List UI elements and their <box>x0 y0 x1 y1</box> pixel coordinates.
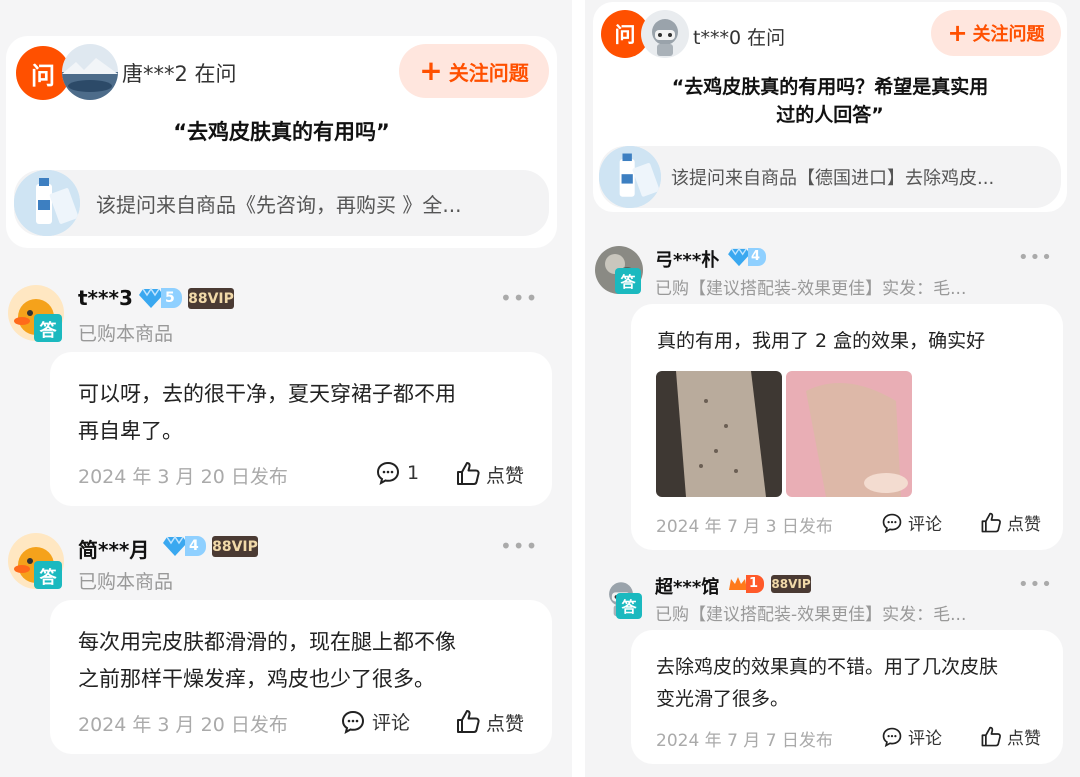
question-title: “去鸡皮肤真的有用吗” <box>173 120 390 144</box>
answer-text-line: 可以呀，去的很干净，夏天穿裙子都不用 <box>78 382 456 406</box>
answer-text-line: 再自卑了。 <box>78 419 183 443</box>
product-bottle-image <box>599 146 661 208</box>
answer-badge: 答 <box>34 314 62 342</box>
answer-badge: 答 <box>616 593 642 619</box>
comment-label: 评论 <box>372 712 411 734</box>
follow-question-button[interactable]: + 关注问题 <box>399 44 549 98</box>
answer-bubble: 去除鸡皮的效果真的不错。用了几次皮肤 变光滑了很多。 2024 年 7 月 7 … <box>631 630 1063 764</box>
skin-photo-before <box>656 371 782 497</box>
answerer-name: 弓***朴 <box>655 250 720 271</box>
source-product-text: 该提问来自商品【德国进口】去除鸡皮... <box>671 168 995 189</box>
more-icon[interactable]: ••• <box>1018 574 1053 595</box>
answer-date: 2024 年 7 月 7 日发布 <box>656 731 833 751</box>
more-icon[interactable]: ••• <box>1018 247 1053 268</box>
diamond-level-icon: 4 <box>162 535 206 557</box>
like-label: 点赞 <box>1007 729 1041 749</box>
answerer-name: t***3 <box>78 286 133 310</box>
comment-button[interactable]: 评论 <box>881 510 942 535</box>
question-title-line: “去鸡皮肤真的有用吗？希望是真实用 <box>671 76 989 98</box>
like-label: 点赞 <box>1007 515 1041 535</box>
answerer-purchase-info: 已购本商品 <box>78 571 174 593</box>
level-number: 5 <box>161 288 182 308</box>
question-card: 问 t***0 在问 + 关注问题 “去鸡皮肤真的有用吗？希望是真实用 过的人回… <box>593 2 1067 212</box>
answer-bubble: 真的有用，我用了 2 盒的效果，确实好 2024 年 7 月 3 日发布 评论 <box>631 304 1063 550</box>
left-screenshot: 问 唐***2 在问 + 关注问题 “去鸡皮肤真的有用吗” 该提问来自商品《先咨… <box>0 0 572 777</box>
follow-question-button[interactable]: + 关注问题 <box>931 10 1061 56</box>
follow-label: 关注问题 <box>972 24 1045 45</box>
answer-badge: 答 <box>34 561 62 589</box>
answerer-name: 简***月 <box>78 538 150 562</box>
product-thumbnail <box>14 170 80 236</box>
answerer-name: 超***馆 <box>655 577 720 598</box>
level-number: 1 <box>746 575 765 593</box>
comment-icon <box>882 513 902 533</box>
like-label: 点赞 <box>486 712 525 735</box>
more-icon[interactable]: ••• <box>500 286 538 310</box>
comment-label: 评论 <box>908 515 942 535</box>
level-number: 4 <box>185 536 206 556</box>
like-button[interactable]: 点赞 <box>979 510 1041 535</box>
asker-avatar[interactable] <box>62 44 118 100</box>
answer-date: 2024 年 7 月 3 日发布 <box>656 517 833 537</box>
plus-icon: + <box>419 54 443 87</box>
product-bottle-image <box>14 170 80 236</box>
comment-icon <box>882 727 902 747</box>
thumb-up-icon <box>457 462 480 485</box>
product-thumbnail <box>599 146 661 208</box>
answer-date: 2024 年 3 月 20 日发布 <box>78 466 288 488</box>
vip-badge: 88VIP <box>771 575 811 593</box>
like-button[interactable]: 点赞 <box>979 724 1041 749</box>
question-card: 问 唐***2 在问 + 关注问题 “去鸡皮肤真的有用吗” 该提问来自商品《先咨… <box>6 36 557 248</box>
comment-icon <box>376 461 400 485</box>
like-button[interactable]: 点赞 <box>454 460 524 488</box>
like-label: 点赞 <box>486 464 525 487</box>
thumb-up-icon <box>457 710 480 733</box>
source-product-bar[interactable]: 该提问来自商品【德国进口】去除鸡皮... <box>599 146 1061 208</box>
answerer-purchase-info: 已购【建议搭配装-效果更佳】实发：毛... <box>655 605 967 625</box>
source-product-text: 该提问来自商品《先咨询，再购买 》全... <box>96 192 462 217</box>
screenshot-divider <box>572 0 585 777</box>
diamond-level-icon: 4 <box>727 247 767 267</box>
comment-button[interactable]: 评论 <box>881 724 942 749</box>
answer-text-line: 之前那样干燥发痒，鸡皮也少了很多。 <box>78 667 435 691</box>
question-title-line: 过的人回答” <box>776 104 884 126</box>
asker-avatar-image <box>641 10 689 58</box>
answer-photo[interactable] <box>656 371 782 497</box>
asker-name: 唐***2 在问 <box>122 62 237 86</box>
more-icon[interactable]: ••• <box>500 534 538 558</box>
answer-badge: 答 <box>615 268 641 294</box>
comment-button[interactable]: 评论 <box>340 708 410 735</box>
thumb-up-icon <box>981 512 1001 532</box>
crown-level-icon: 1 <box>727 574 765 594</box>
answerer-purchase-info: 已购【建议搭配装-效果更佳】实发：毛... <box>655 279 967 299</box>
comment-label: 评论 <box>908 729 942 749</box>
answer-bubble: 每次用完皮肤都滑滑的，现在腿上都不像 之前那样干燥发痒，鸡皮也少了很多。 202… <box>50 600 552 754</box>
comment-count: 1 <box>407 462 420 484</box>
asker-avatar[interactable] <box>641 10 689 58</box>
answer-date: 2024 年 3 月 20 日发布 <box>78 714 288 736</box>
diamond-level-icon: 5 <box>138 287 182 309</box>
level-number: 4 <box>748 248 767 266</box>
right-screenshot: 问 t***0 在问 + 关注问题 “去鸡皮肤真的有用吗？希望是真实用 过的人回… <box>585 0 1080 777</box>
answer-bubble: 可以呀，去的很干净，夏天穿裙子都不用 再自卑了。 2024 年 3 月 20 日… <box>50 352 552 506</box>
answer-text-line: 变光滑了很多。 <box>656 688 790 710</box>
asker-name: t***0 在问 <box>693 27 786 49</box>
answer-photo[interactable] <box>786 371 912 497</box>
like-button[interactable]: 点赞 <box>454 708 524 736</box>
vip-badge: 88VIP <box>188 288 234 309</box>
plus-icon: + <box>947 19 968 47</box>
comment-icon <box>341 710 365 734</box>
answer-text-line: 每次用完皮肤都滑滑的，现在腿上都不像 <box>78 630 456 654</box>
skin-photo-after <box>786 371 912 497</box>
comment-button[interactable]: 1 <box>375 460 419 486</box>
follow-label: 关注问题 <box>448 60 529 85</box>
asker-avatar-image <box>62 44 118 100</box>
answer-text-line: 去除鸡皮的效果真的不错。用了几次皮肤 <box>656 656 999 678</box>
answer-text: 真的有用，我用了 2 盒的效果，确实好 <box>657 330 986 352</box>
thumb-up-icon <box>981 726 1001 746</box>
source-product-bar[interactable]: 该提问来自商品《先咨询，再购买 》全... <box>14 170 549 236</box>
vip-badge: 88VIP <box>212 536 258 557</box>
answerer-purchase-info: 已购本商品 <box>78 323 174 345</box>
